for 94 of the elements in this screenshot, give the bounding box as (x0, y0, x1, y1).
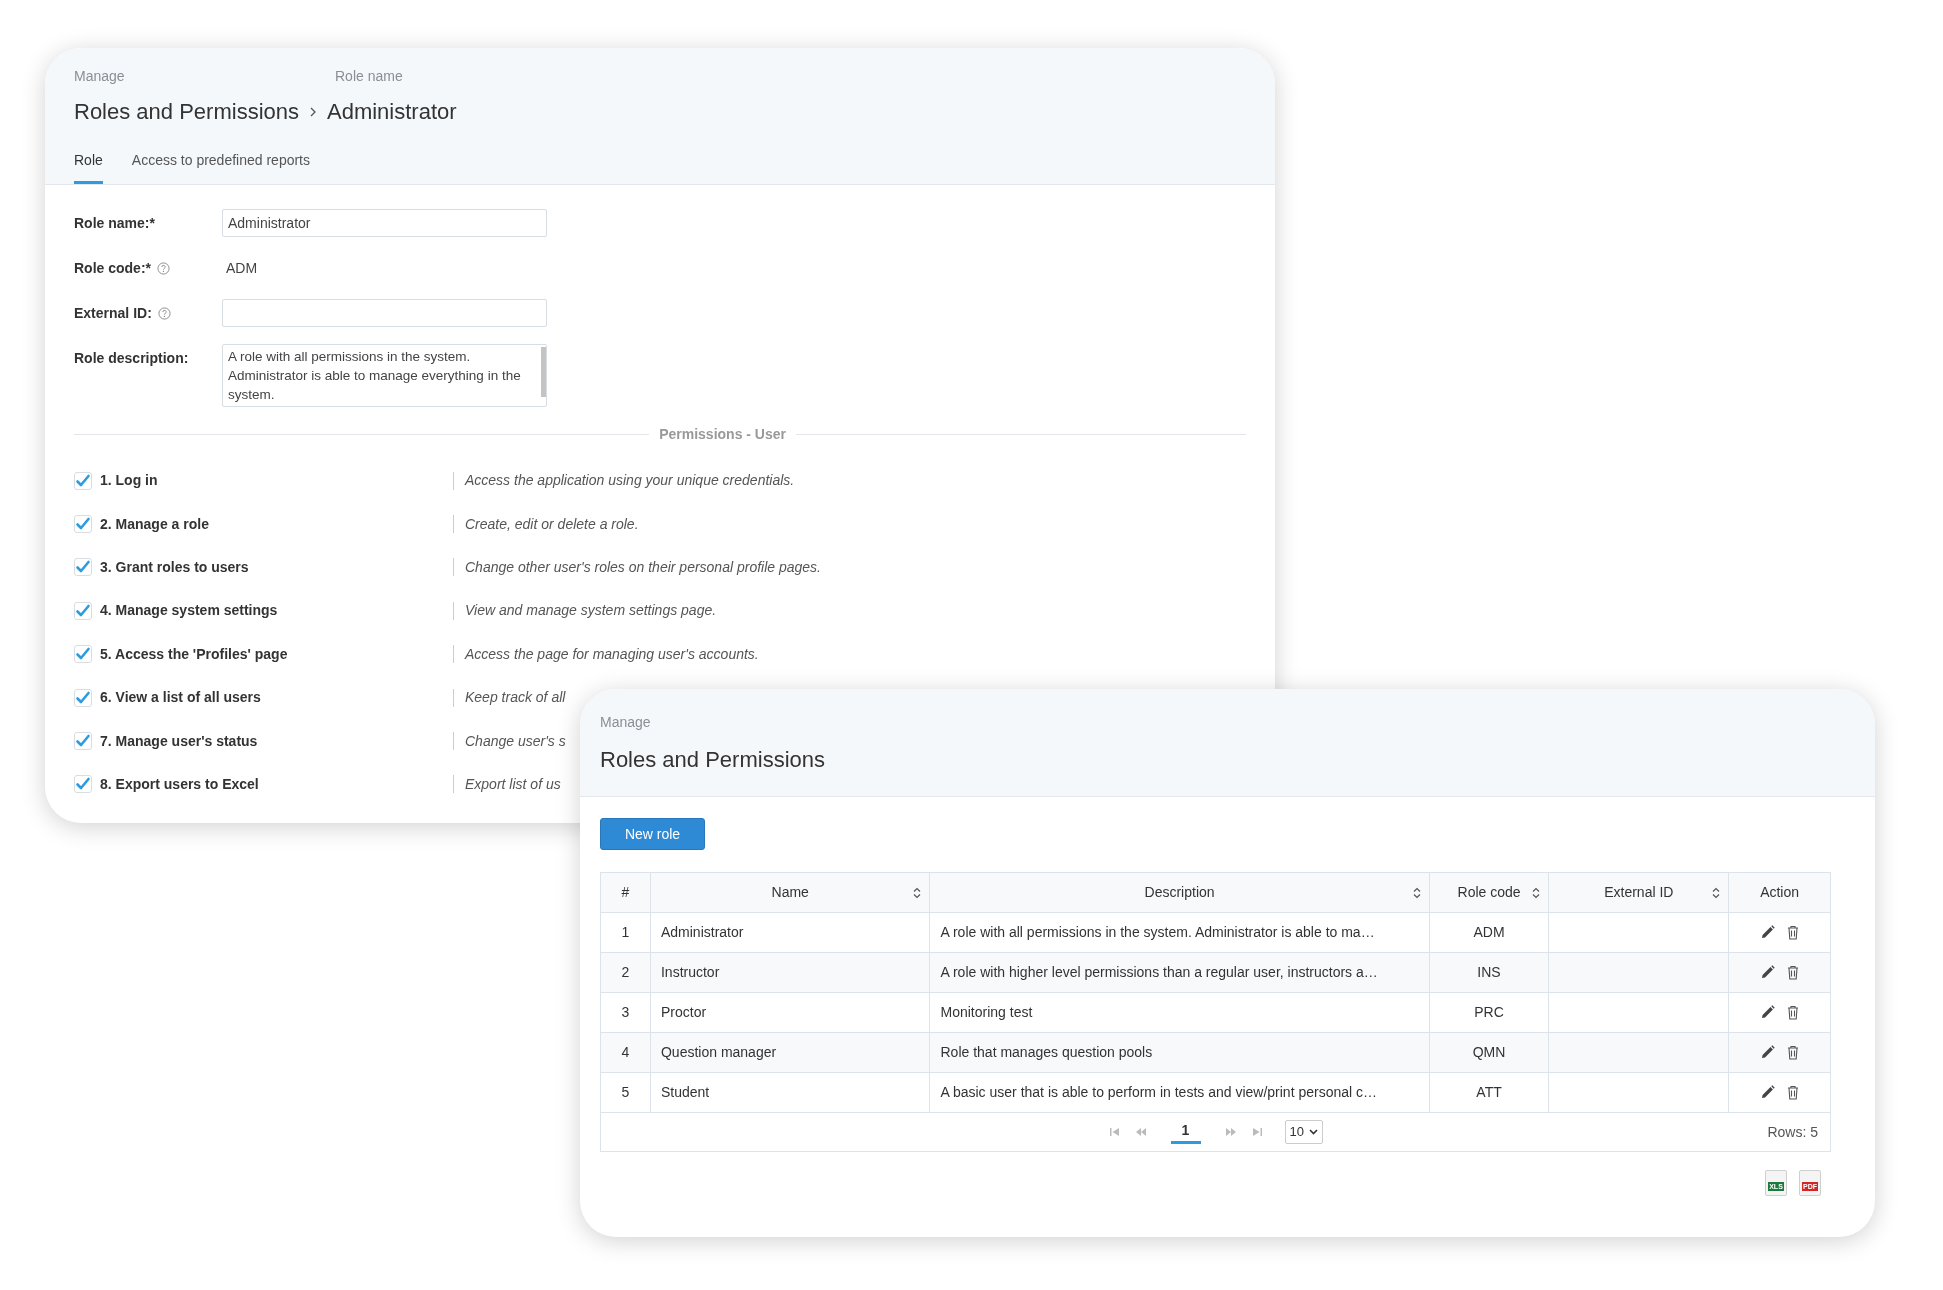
rows-count: Rows: 5 (1767, 1122, 1818, 1142)
field-value: ADM (225, 258, 259, 278)
column-header[interactable]: Role code (1429, 873, 1550, 912)
edit-icon[interactable] (1760, 925, 1775, 939)
column-header[interactable]: External ID (1549, 873, 1730, 912)
table-cell-text: Instructor (660, 963, 720, 982)
page-number[interactable]: 1 (1170, 1120, 1201, 1144)
input-field[interactable]: Administrator (222, 209, 547, 237)
previous-page-icon[interactable] (1134, 1127, 1147, 1137)
new-role-button[interactable]: New role (600, 818, 705, 850)
caret-icon (1308, 1129, 1318, 1135)
permission-description: Change user's s (465, 731, 566, 751)
permission-description: Create, edit or delete a role. (465, 514, 639, 534)
section-title: Permissions - User (658, 425, 787, 444)
table-cell-text: Role that manages question pools (940, 1043, 1153, 1062)
first-page-icon[interactable] (1108, 1127, 1121, 1137)
edit-icon[interactable] (1760, 1005, 1775, 1019)
table-cell-text: 3 (621, 1003, 630, 1022)
trash-icon[interactable] (1786, 925, 1799, 940)
table-cell-text: 1 (621, 923, 630, 942)
breadcrumb-label: Manage (600, 713, 652, 732)
table-cell-text: 5 (621, 1083, 630, 1102)
table-cell-text: 2 (621, 963, 630, 982)
input-field[interactable] (222, 299, 547, 327)
permission-label: 3. Grant roles to users (100, 557, 249, 577)
table-cell-text: Question manager (660, 1043, 777, 1062)
permission-label: 4. Manage system settings (100, 601, 278, 621)
checkbox[interactable] (74, 558, 92, 577)
page-title: Roles and Permissions (600, 746, 826, 774)
chevron-right-icon (308, 105, 318, 118)
checkbox[interactable] (74, 732, 92, 751)
trash-icon[interactable] (1786, 1045, 1799, 1060)
table-cell-text: QMN (1472, 1043, 1506, 1062)
table-cell-text: 4 (621, 1043, 630, 1062)
permission-label: 5. Access the 'Profiles' page (100, 644, 288, 664)
checkbox[interactable] (74, 688, 92, 707)
breadcrumb-label: Role name (335, 67, 403, 86)
table-cell-text: Student (660, 1083, 710, 1102)
field-label: Role description: (74, 348, 189, 368)
permission-label: 8. Export users to Excel (100, 774, 259, 794)
permission-label: 2. Manage a role (100, 514, 209, 534)
edit-icon[interactable] (1760, 1085, 1775, 1099)
trash-icon[interactable] (1786, 1005, 1799, 1020)
last-page-icon[interactable] (1250, 1127, 1263, 1137)
checkbox[interactable] (74, 515, 92, 534)
scrollbar[interactable] (541, 347, 546, 397)
breadcrumb-title[interactable]: Roles and Permissions (74, 95, 299, 128)
description-textarea[interactable]: A role with all permissions in the system. Administrator is able to manage everything in the system. (222, 344, 547, 407)
field-label: Role name:* (74, 213, 155, 233)
breadcrumb-label: Manage (74, 67, 126, 86)
table-cell-text: ATT (1476, 1083, 1502, 1102)
permission-description: View and manage system settings page. (465, 601, 717, 621)
table-cell-text: PRC (1474, 1003, 1504, 1022)
field-label: Role code:* (74, 258, 151, 278)
next-page-icon[interactable] (1224, 1127, 1237, 1137)
sort-icon[interactable] (1532, 886, 1541, 899)
trash-icon[interactable] (1786, 965, 1799, 980)
checkbox[interactable] (74, 471, 92, 490)
breadcrumb-title: Administrator (327, 98, 457, 126)
table-cell-text: Administrator (660, 923, 744, 942)
field-label: External ID: (74, 303, 152, 323)
edit-icon[interactable] (1760, 965, 1775, 979)
permission-description: Change other user's roles on their personal profile pages. (465, 557, 821, 577)
checkbox[interactable] (74, 775, 92, 794)
tab[interactable]: Role (74, 150, 103, 184)
permission-description: Export list of us (465, 774, 561, 794)
table-cell-text: A basic user that is able to perform in tests and view/print personal c… (940, 1083, 1378, 1102)
permission-label: 6. View a list of all users (100, 688, 261, 708)
trash-icon[interactable] (1786, 1085, 1799, 1100)
checkbox[interactable] (74, 601, 92, 620)
help-icon[interactable] (157, 261, 170, 275)
checkbox[interactable] (74, 645, 92, 664)
permission-label: 1. Log in (100, 471, 158, 491)
page-size-select[interactable]: 10 (1284, 1120, 1323, 1144)
table-cell-text: A role with all permissions in the system. Administrator is able to ma… (940, 923, 1375, 942)
sort-icon[interactable] (1412, 886, 1421, 899)
permission-label: 7. Manage user's status (100, 731, 258, 751)
sort-icon[interactable] (913, 886, 922, 899)
permission-description: Keep track of all (465, 688, 566, 708)
column-header: # (601, 873, 651, 912)
table-cell-text: ADM (1473, 923, 1505, 942)
table-cell-text: Monitoring test (940, 1003, 1033, 1022)
permission-description: Access the application using your unique credentials. (465, 471, 795, 491)
table-cell-text: INS (1477, 963, 1501, 982)
permission-description: Access the page for managing user's accounts. (465, 644, 759, 664)
table-cell-text: A role with higher level permissions than a regular user, instructors a… (940, 963, 1378, 982)
help-icon[interactable] (157, 306, 171, 320)
column-header: Action (1759, 883, 1801, 902)
sort-icon[interactable] (1712, 886, 1721, 899)
tab[interactable]: Access to predefined reports (131, 150, 310, 184)
table-cell-text: Proctor (660, 1003, 707, 1022)
column-header[interactable]: Description (930, 873, 1430, 912)
edit-icon[interactable] (1760, 1045, 1775, 1059)
column-header[interactable]: Name (650, 873, 931, 912)
